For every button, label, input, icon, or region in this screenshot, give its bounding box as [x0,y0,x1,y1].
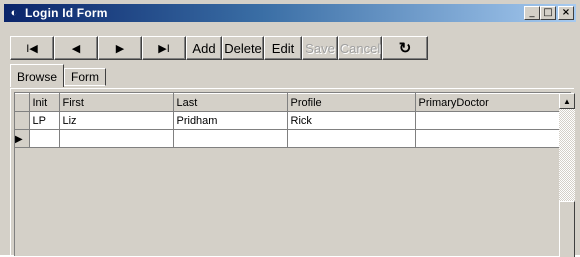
minimize-button[interactable]: _ [524,6,540,20]
window-controls: _ □ × [524,6,574,20]
title-bar[interactable]: ◐ Login Id Form _ □ × [4,4,576,22]
cell-last[interactable]: Sheibl [173,129,288,148]
browse-grid: Init First Last Profile PrimaryDoctor LP… [10,88,575,257]
maximize-icon: □ [543,7,553,18]
scroll-thumb[interactable] [559,201,575,257]
row-indicator[interactable]: ▶ [15,129,30,148]
previous-record-button[interactable]: ◀ [54,36,98,60]
current-row-pointer-icon: ▶ [15,133,23,145]
tab-browse[interactable]: Browse [10,64,65,87]
cell-primary-doctor[interactable] [415,111,560,130]
table-row-selected[interactable]: ▶ RS Rick Sheibl Rick [15,129,560,148]
tab-form[interactable]: Form [64,68,107,86]
row-indicator[interactable] [15,111,30,130]
close-button[interactable]: × [558,6,574,20]
app-icon: ◐ [10,7,18,19]
edit-button[interactable]: Edit [264,36,302,60]
records-table: Init First Last Profile PrimaryDoctor LP… [15,93,560,148]
cell-init[interactable]: RS [29,129,60,148]
column-header-primary-doctor[interactable]: PrimaryDoctor [415,93,560,112]
minimize-icon: _ [529,7,535,18]
cell-first[interactable]: Liz [59,111,174,130]
cell-init[interactable]: LP [29,111,60,130]
previous-record-icon: ◀ [71,42,81,55]
first-record-icon: I◀ [26,42,38,55]
table-row[interactable]: LP Liz Pridham Rick [15,111,560,130]
cancel-button[interactable]: Cancel [338,36,382,60]
cell-profile[interactable]: Rick [287,111,416,130]
cell-last[interactable]: Pridham [173,111,288,130]
row-indicator-header [15,93,30,112]
vertical-scrollbar[interactable]: ▲ [559,93,575,257]
column-header-profile[interactable]: Profile [287,93,416,112]
cell-first[interactable]: Rick [59,129,174,148]
add-button[interactable]: Add [186,36,222,60]
arrow-up-icon: ▲ [563,96,571,106]
login-id-form-window: ◐ Login Id Form _ □ × I◀ ◀ ▶ ▶I Add Dele… [0,0,580,257]
grid-viewport: Init First Last Profile PrimaryDoctor LP… [14,92,575,257]
last-record-button[interactable]: ▶I [142,36,186,60]
next-record-icon: ▶ [115,42,125,55]
first-record-button[interactable]: I◀ [10,36,54,60]
cell-profile[interactable]: Rick [287,129,416,148]
scroll-up-button[interactable]: ▲ [559,93,575,109]
tab-strip: Browse Form [10,64,107,88]
window-title: Login Id Form [25,6,108,20]
header-row: Init First Last Profile PrimaryDoctor [15,93,560,112]
cell-primary-doctor[interactable] [415,129,560,148]
delete-button[interactable]: Delete [222,36,264,60]
column-header-last[interactable]: Last [173,93,288,112]
maximize-button[interactable]: □ [540,6,556,20]
refresh-button[interactable]: ↻ [382,36,428,60]
column-header-first[interactable]: First [59,93,174,112]
close-icon: × [561,7,571,18]
toolbar: I◀ ◀ ▶ ▶I Add Delete Edit Save Cancel ↻ [10,36,428,60]
column-header-init[interactable]: Init [29,93,60,112]
last-record-icon: ▶I [158,42,170,55]
refresh-icon: ↻ [398,40,412,57]
save-button[interactable]: Save [302,36,338,60]
next-record-button[interactable]: ▶ [98,36,142,60]
